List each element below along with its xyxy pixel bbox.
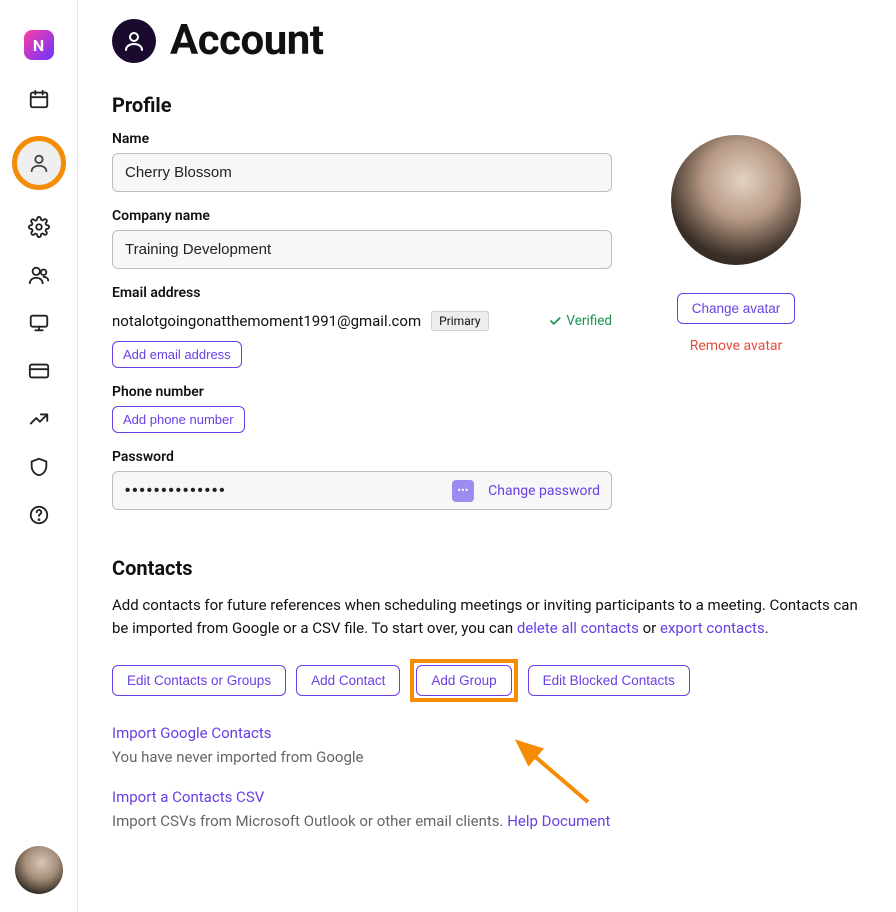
help-icon[interactable] [28, 504, 50, 526]
help-document-link[interactable]: Help Document [507, 812, 610, 830]
email-value: notalotgoingonatthemoment1991@gmail.com [112, 312, 421, 330]
sidebar-avatar[interactable] [15, 846, 63, 894]
profile-avatar [671, 135, 801, 265]
phone-label: Phone number [112, 384, 612, 400]
primary-badge: Primary [431, 311, 488, 331]
company-label: Company name [112, 208, 612, 224]
gear-icon[interactable] [28, 216, 50, 238]
password-label: Password [112, 449, 612, 465]
add-group-highlight: Add Group [410, 659, 517, 702]
check-icon [548, 314, 562, 328]
page-header: Account [112, 16, 862, 65]
delete-all-contacts-link[interactable]: delete all contacts [517, 619, 639, 637]
export-contacts-link[interactable]: export contacts [660, 619, 765, 637]
change-password-link[interactable]: Change password [488, 483, 600, 499]
company-input[interactable] [112, 230, 612, 269]
add-group-button[interactable]: Add Group [416, 665, 511, 696]
nav-account-selected[interactable] [12, 136, 66, 190]
email-label: Email address [112, 285, 612, 301]
profile-section-title: Profile [112, 93, 862, 117]
edit-contacts-button[interactable]: Edit Contacts or Groups [112, 665, 286, 696]
person-icon [28, 152, 50, 174]
import-csv-desc: Import CSVs from Microsoft Outlook or ot… [112, 812, 862, 830]
add-contact-button[interactable]: Add Contact [296, 665, 400, 696]
main-content: Account Profile Name Company name Email … [78, 0, 896, 912]
change-avatar-button[interactable]: Change avatar [677, 293, 796, 324]
import-google-block: Import Google Contacts You have never im… [112, 724, 862, 766]
edit-blocked-button[interactable]: Edit Blocked Contacts [528, 665, 690, 696]
add-email-button[interactable]: Add email address [112, 341, 242, 368]
import-csv-link[interactable]: Import a Contacts CSV [112, 788, 264, 806]
people-icon[interactable] [28, 264, 50, 286]
sidebar: N [0, 0, 78, 912]
contacts-button-row: Edit Contacts or Groups Add Contact Add … [112, 659, 862, 702]
nav-items [12, 88, 66, 526]
shield-icon[interactable] [28, 456, 50, 478]
credit-card-icon[interactable] [28, 360, 50, 382]
import-google-link[interactable]: Import Google Contacts [112, 724, 272, 742]
import-csv-block: Import a Contacts CSV Import CSVs from M… [112, 788, 862, 830]
calendar-icon[interactable] [28, 88, 50, 110]
contacts-section-title: Contacts [112, 556, 862, 580]
trending-icon[interactable] [28, 408, 50, 430]
page-title: Account [170, 16, 323, 65]
password-visibility-icon[interactable]: ••• [452, 480, 474, 502]
name-input[interactable] [112, 153, 612, 192]
import-google-desc: You have never imported from Google [112, 748, 862, 766]
name-label: Name [112, 131, 612, 147]
add-phone-button[interactable]: Add phone number [112, 406, 245, 433]
account-header-icon [112, 19, 156, 63]
verified-badge: Verified [548, 313, 612, 329]
remove-avatar-link[interactable]: Remove avatar [690, 338, 783, 354]
app-logo[interactable]: N [24, 30, 54, 60]
contacts-description: Add contacts for future references when … [112, 594, 862, 641]
monitor-icon[interactable] [28, 312, 50, 334]
